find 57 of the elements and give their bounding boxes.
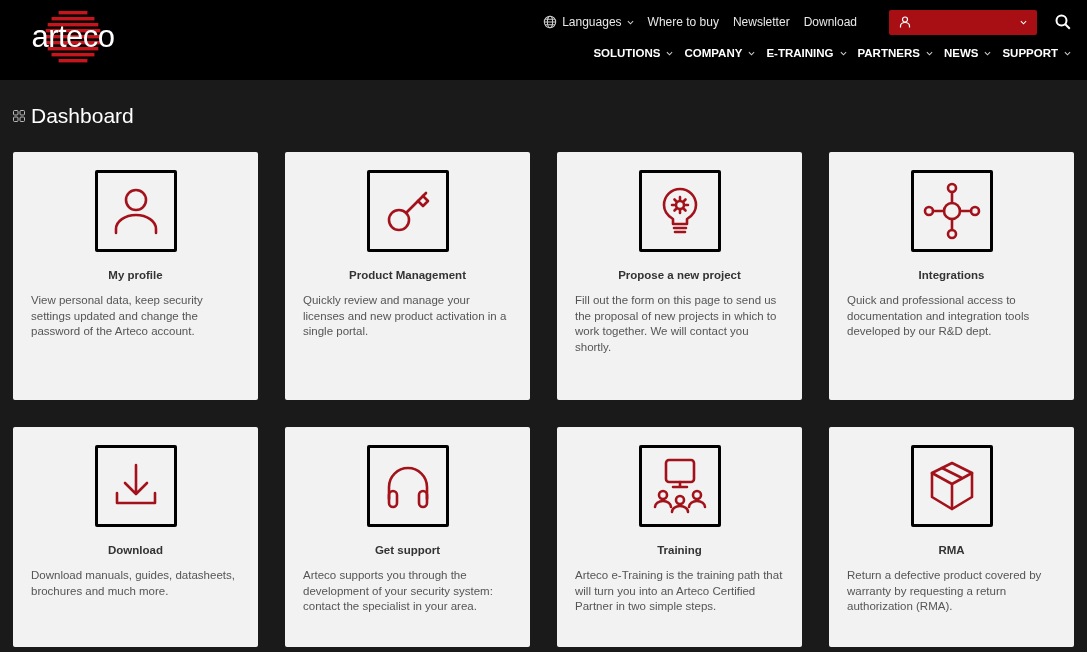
nav-menu[interactable]: SOLUTIONS (593, 47, 674, 59)
nav-link[interactable]: Where to buy (647, 15, 719, 29)
package-box-icon (930, 461, 973, 511)
language-menu[interactable]: Languages (543, 15, 634, 29)
card-description: Quickly review and manage your licenses and new product activation in a single portal. (303, 293, 508, 339)
dashboard-card[interactable]: Training Arteco e-Training is the training path that will turn you into an Arteco Certified Partner in two simple steps. (557, 427, 802, 647)
card-description: Return a defective product covered by warranty by requesting a return authorization (RMA). (847, 568, 1043, 614)
caret-icon (984, 50, 992, 56)
card-description: Arteco supports you through the development of your security system: contact the specialist in your area. (303, 568, 494, 614)
nav-link[interactable]: Download (803, 15, 857, 29)
classroom-screen-icon (653, 458, 706, 514)
user-icon (899, 16, 911, 28)
card-title: Propose a new project (618, 269, 741, 281)
globe-icon (543, 15, 558, 29)
nav-menu[interactable]: NEWS (943, 47, 992, 59)
person-icon (114, 188, 157, 235)
network-hub-icon (923, 182, 980, 240)
page-title: Dashboard (31, 104, 134, 128)
dashboard-card[interactable]: Integrations Quick and professional access to documentation and integration tools developed by our R&D dept. (829, 152, 1074, 400)
caret-icon (1064, 50, 1071, 56)
card-description: Quick and professional access to documentation and integration tools developed by our R&D dept. (847, 293, 1031, 339)
caret-icon (839, 50, 847, 56)
dashboard-card[interactable]: My profile View personal data, keep security settings updated and change the password of the Arteco account. (13, 152, 258, 400)
card-title: Download (108, 544, 163, 556)
account-dropdown[interactable] (889, 9, 1037, 35)
card-title: Product Management (349, 269, 466, 281)
dashboard-card[interactable]: Download Download manuals, guides, datasheets, brochures and much more. (13, 427, 258, 647)
lightbulb-gear-icon (662, 187, 697, 234)
card-title: My profile (108, 269, 163, 281)
caret-icon (748, 50, 756, 56)
caret-icon (666, 50, 674, 56)
dashboard-card[interactable]: Get support Arteco supports you through the development of your security system: contact the specialist in your area. (285, 427, 530, 647)
card-description: Fill out the form on this page to send us the proposal of new projects in which to work together. We will contact you shortly. (575, 293, 778, 355)
dashboard-card[interactable]: Product Management Quickly review and manage your licenses and new product activation in a single portal. (285, 152, 530, 400)
nav-menu[interactable]: PARTNERS (857, 47, 933, 59)
search-icon[interactable] (1055, 14, 1071, 30)
nav-menu[interactable]: E-TRAINING (766, 47, 847, 59)
card-description: View personal data, keep security settings updated and change the password of the Arteco account. (31, 293, 204, 339)
caret-icon (626, 19, 634, 25)
card-title: Integrations (918, 269, 985, 281)
caret-icon (1020, 19, 1027, 25)
card-description: Download manuals, guides, datasheets, brochures and much more. (31, 568, 236, 599)
caret-icon (925, 50, 933, 56)
headphones-icon (387, 466, 428, 509)
nav-menu[interactable]: SUPPORT (1002, 47, 1071, 59)
card-description: Arteco e-Training is the training path that will turn you into an Arteco Certified Partner in two simple steps. (575, 568, 784, 614)
nav-link[interactable]: Newsletter (732, 15, 790, 29)
download-icon (115, 463, 156, 505)
grid-icon (13, 110, 25, 122)
dashboard-card[interactable]: RMA Return a defective product covered by warranty by requesting a return authorization (RMA). (829, 427, 1074, 647)
card-title: Get support (374, 544, 441, 556)
card-title: RMA (938, 544, 965, 556)
logo-text[interactable]: arteco (31, 19, 115, 55)
key-icon (387, 191, 429, 232)
nav-menu[interactable]: COMPANY (684, 47, 756, 59)
card-title: Training (657, 544, 702, 556)
dashboard-card[interactable]: Propose a new project Fill out the form on this page to send us the proposal of new projects in which to work together. We will contact you shortly. (557, 152, 802, 400)
